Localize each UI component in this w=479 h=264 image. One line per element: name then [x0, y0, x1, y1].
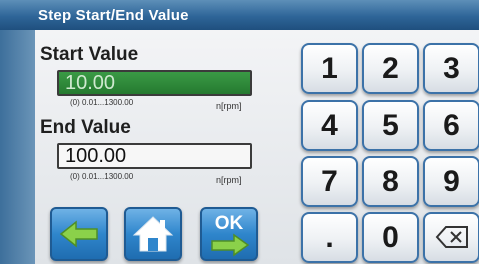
back-button[interactable] [50, 207, 108, 261]
key-3[interactable]: 3 [423, 43, 479, 94]
home-button[interactable] [124, 207, 182, 261]
key-5[interactable]: 5 [362, 100, 419, 151]
arrow-left-icon [59, 220, 98, 248]
start-value-label: Start Value [40, 44, 139, 65]
key-decimal-point[interactable]: . [301, 212, 358, 263]
start-value-field[interactable]: 10.00 [57, 70, 252, 96]
key-8[interactable]: 8 [362, 156, 419, 207]
key-6[interactable]: 6 [423, 100, 479, 151]
backspace-key[interactable] [423, 212, 479, 263]
end-value-range: (0) 0.01...1300.00 [70, 172, 134, 181]
home-icon [132, 216, 174, 252]
step-value-screen: Step Start/End Value Start Value 10.00 (… [0, 0, 479, 264]
start-value-unit: n[rpm] [216, 101, 242, 111]
key-7[interactable]: 7 [301, 156, 358, 207]
key-2[interactable]: 2 [362, 43, 419, 94]
key-0[interactable]: 0 [362, 212, 419, 263]
key-4[interactable]: 4 [301, 100, 358, 151]
key-1[interactable]: 1 [301, 43, 358, 94]
end-value-unit: n[rpm] [216, 175, 242, 185]
end-value-field[interactable]: 100.00 [57, 143, 252, 169]
left-frame-strip [0, 30, 35, 264]
ok-button[interactable]: OK [200, 207, 258, 261]
key-9[interactable]: 9 [423, 156, 479, 207]
end-value-label: End Value [40, 117, 131, 138]
backspace-icon [435, 226, 468, 248]
start-value-range: (0) 0.01...1300.00 [70, 98, 134, 107]
window-title: Step Start/End Value [38, 7, 189, 24]
arrow-right-icon [211, 233, 250, 257]
title-bar: Step Start/End Value [0, 0, 479, 30]
